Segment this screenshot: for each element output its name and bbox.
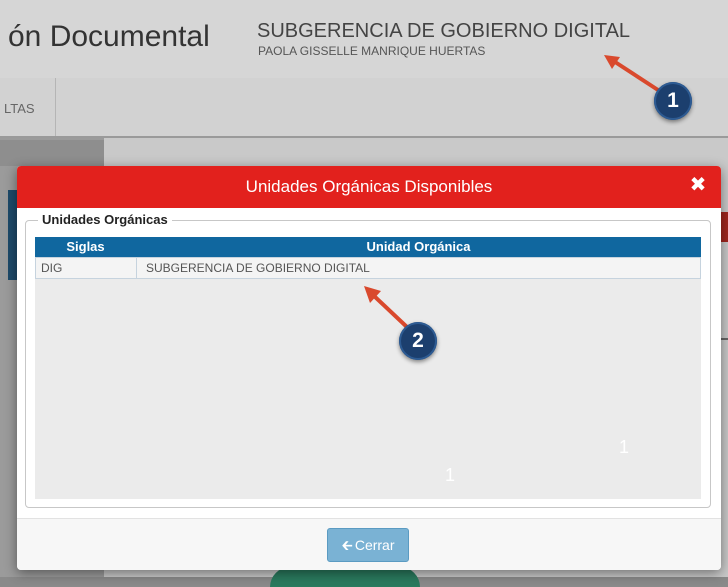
table-row[interactable]: DIG SUBGERENCIA DE GOBIERNO DIGITAL <box>35 257 701 279</box>
unidades-table: Siglas Unidad Orgánica DIG SUBGERENCIA D… <box>35 237 701 499</box>
background-chart-fragment <box>270 567 420 587</box>
watermark-number: 1 <box>619 437 630 457</box>
app-title: ón Documental <box>8 20 210 53</box>
cell-unidad: SUBGERENCIA DE GOBIERNO DIGITAL <box>146 261 370 275</box>
column-header-unidad[interactable]: Unidad Orgánica <box>136 237 701 257</box>
nav-item-consultas[interactable]: LTAS <box>0 78 56 136</box>
watermark-number: 1 <box>445 465 456 485</box>
modal-header: Unidades Orgánicas Disponibles ✖ <box>17 166 721 208</box>
unidades-organicas-modal: Unidades Orgánicas Disponibles ✖ Unidade… <box>17 166 721 570</box>
cerrar-button[interactable]: 🡰 Cerrar <box>327 528 409 562</box>
callout-badge-1: 1 <box>654 82 692 120</box>
fieldset-legend: Unidades Orgánicas <box>38 212 172 227</box>
cerrar-button-label: Cerrar <box>354 537 395 553</box>
organization-name[interactable]: SUBGERENCIA DE GOBIERNO DIGITAL <box>257 20 630 43</box>
user-name: PAOLA GISSELLE MANRIQUE HUERTAS <box>258 44 486 58</box>
modal-title: Unidades Orgánicas Disponibles <box>245 177 493 196</box>
nav-bar: LTAS <box>0 78 728 138</box>
cell-divider <box>136 258 137 278</box>
modal-footer: 🡰 Cerrar <box>17 518 721 570</box>
unidades-fieldset: Unidades Orgánicas Siglas Unidad Orgánic… <box>25 212 711 508</box>
close-icon[interactable]: ✖ <box>687 174 709 196</box>
callout-badge-2: 2 <box>399 322 437 360</box>
sidebar-header <box>0 140 104 166</box>
cell-siglas: DIG <box>41 261 63 275</box>
column-header-siglas[interactable]: Siglas <box>35 237 136 257</box>
table-header-row: Siglas Unidad Orgánica <box>35 237 701 257</box>
arrow-left-icon: 🡰 <box>341 537 353 553</box>
app-header: ón Documental SUBGERENCIA DE GOBIERNO DI… <box>0 0 728 78</box>
